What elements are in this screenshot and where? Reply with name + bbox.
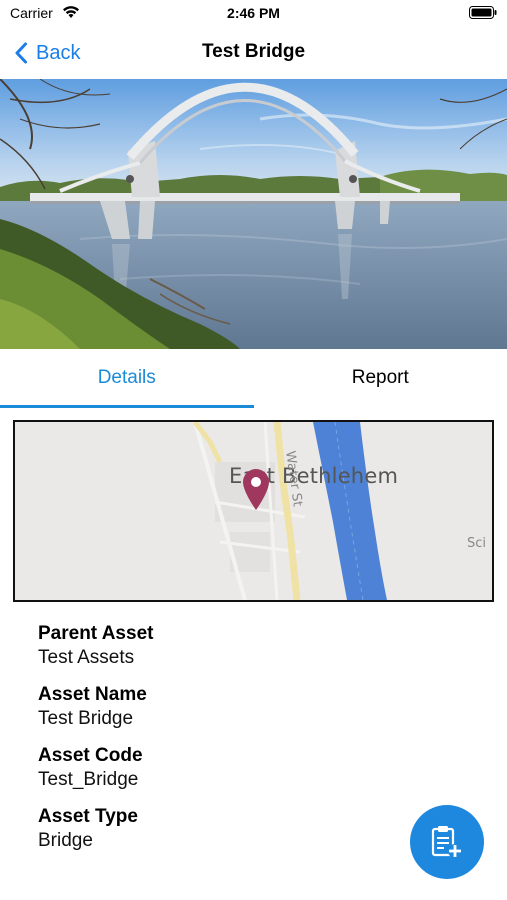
map-pin-icon[interactable] (241, 466, 271, 512)
field-value: Test Assets (38, 647, 135, 668)
field-value: Test Bridge (38, 708, 134, 729)
tab-details[interactable]: Details (0, 349, 254, 407)
field-parent-asset: Parent Asset Test Assets (38, 622, 398, 670)
field-value: Bridge (38, 830, 93, 851)
add-report-button[interactable] (410, 805, 484, 879)
location-map[interactable]: East Bethlehem Water St Sci (13, 420, 494, 602)
active-tab-indicator (0, 405, 254, 408)
tab-report[interactable]: Report (254, 349, 507, 407)
clipboard-add-icon (431, 826, 462, 858)
field-asset-code: Asset Code Test_Bridge (38, 744, 398, 792)
field-label: Asset Code (38, 745, 143, 766)
tab-bar: Details Report (0, 349, 507, 407)
page-title: Test Bridge (201, 41, 306, 62)
field-value: Test_Bridge (38, 769, 139, 790)
status-bar: Carrier 2:46 PM (0, 0, 507, 30)
field-label: Asset Type (38, 806, 138, 827)
field-asset-name: Asset Name Test Bridge (38, 683, 398, 731)
navigation-bar: Back Test Bridge (0, 30, 507, 78)
map-edge-label: Sci (467, 536, 487, 551)
field-label: Asset Name (38, 684, 147, 705)
asset-photo (0, 79, 507, 349)
asset-details: Parent Asset Test Assets Asset Name Test… (38, 622, 398, 866)
status-time: 2:46 PM (227, 5, 280, 21)
field-asset-type: Asset Type Bridge (38, 805, 398, 853)
field-label: Parent Asset (38, 623, 154, 644)
battery-icon (469, 6, 497, 19)
